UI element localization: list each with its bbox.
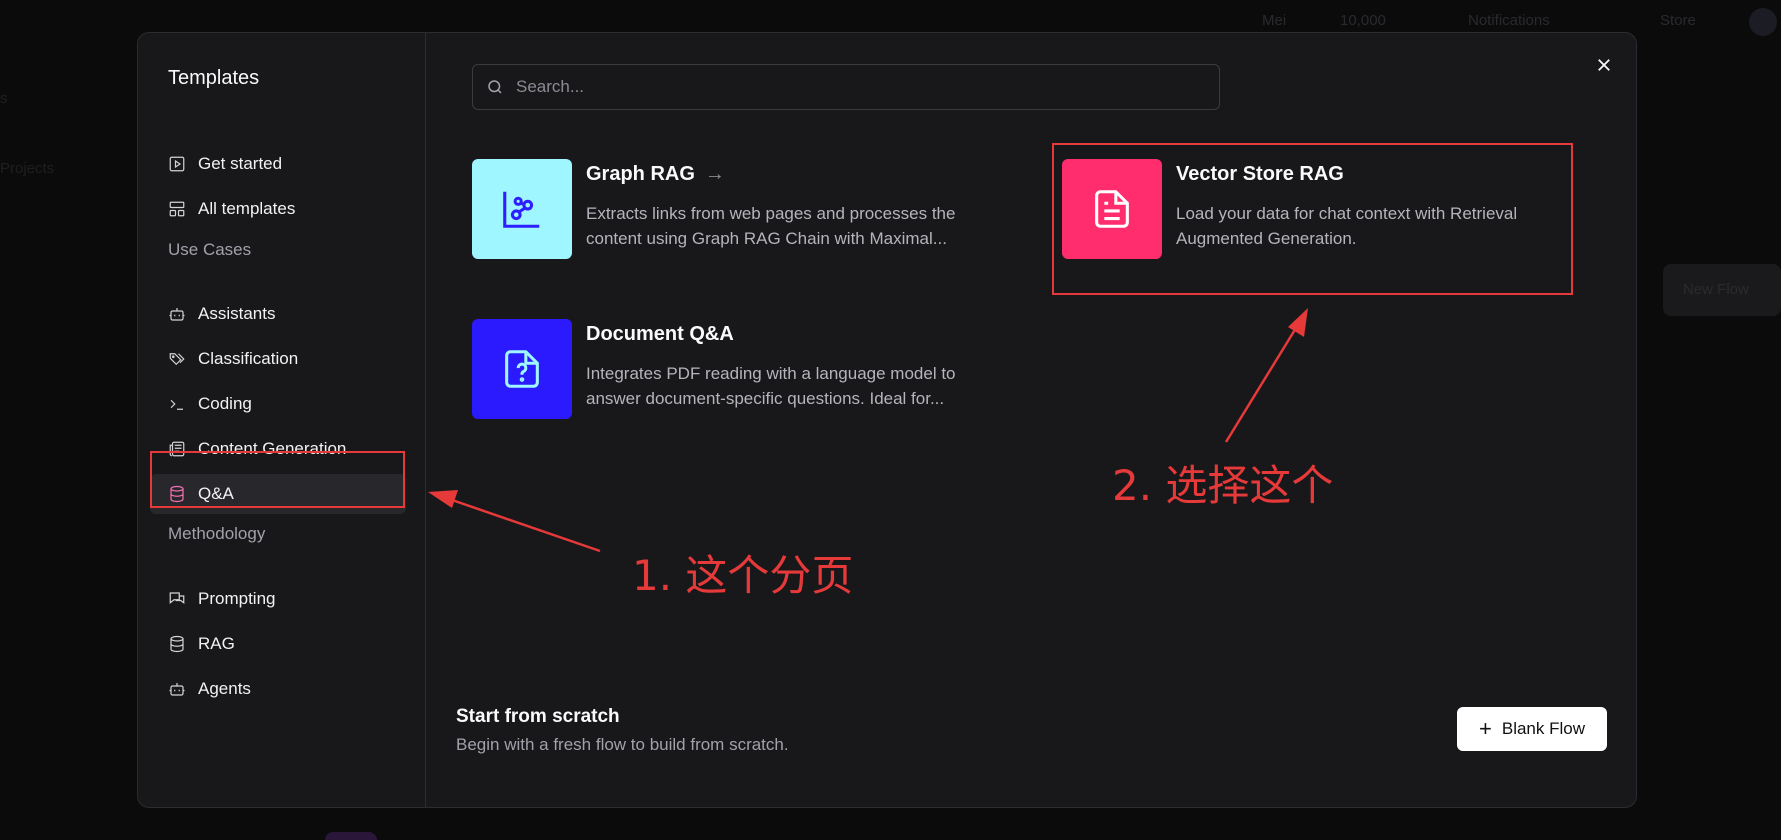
start-from-scratch-title: Start from scratch — [456, 706, 620, 727]
section-use-cases: Use Cases — [168, 240, 252, 259]
template-card-document-qa[interactable]: Document Q&A Integrates PDF reading with… — [472, 319, 1012, 429]
template-thumbnail — [472, 319, 572, 419]
close-icon — [1595, 56, 1613, 74]
template-description: Integrates PDF reading with a language m… — [586, 364, 956, 408]
blank-flow-button[interactable]: + Blank Flow — [1457, 707, 1607, 751]
sidebar-item-label: Assistants — [198, 304, 276, 323]
bg-store: Store — [1660, 12, 1696, 29]
layout-panel-icon — [168, 200, 186, 218]
annotation-step-2: 2. 选择这个 — [1112, 461, 1334, 510]
chart-scatter-icon — [499, 186, 545, 232]
section-methodology: Methodology — [168, 524, 266, 543]
start-from-scratch-subtitle: Begin with a fresh flow to build from sc… — [456, 735, 789, 754]
sidebar-item-all-templates[interactable]: All templates — [150, 189, 406, 229]
sidebar-item-label: Classification — [198, 349, 299, 368]
bg-notifications: Notifications — [1468, 12, 1550, 29]
template-title: Graph RAG → — [586, 163, 725, 186]
sidebar-item-agents[interactable]: Agents — [150, 669, 406, 709]
tags-icon — [168, 350, 186, 368]
play-square-icon — [168, 155, 186, 173]
bg-decoration — [325, 832, 377, 840]
sidebar-item-label: Get started — [198, 154, 283, 173]
sidebar-item-assistants[interactable]: Assistants — [150, 294, 406, 334]
bg-sidebar-text: s — [0, 90, 8, 107]
sidebar-item-label: Agents — [198, 679, 251, 698]
template-title: Document Q&A — [586, 323, 734, 346]
terminal-icon — [168, 395, 186, 413]
sidebar-item-prompting[interactable]: Prompting — [150, 579, 406, 619]
template-thumbnail — [472, 159, 572, 259]
sidebar-title: Templates — [168, 67, 260, 89]
templates-sidebar: Templates Get started All templates Use … — [138, 33, 426, 807]
search-input[interactable] — [514, 76, 1198, 98]
plus-icon: + — [1479, 716, 1492, 741]
sidebar-item-label: RAG — [198, 634, 235, 653]
template-title-text: Graph RAG — [586, 163, 695, 185]
database-icon — [168, 635, 186, 653]
template-card-graph-rag[interactable]: Graph RAG → Extracts links from web page… — [472, 159, 1012, 269]
sidebar-item-classification[interactable]: Classification — [150, 339, 406, 379]
sidebar-item-label: Coding — [198, 394, 252, 413]
search-box[interactable] — [472, 64, 1220, 110]
blank-flow-label: Blank Flow — [1501, 719, 1585, 738]
arrow-right-icon: → — [704, 163, 725, 185]
close-button[interactable] — [1590, 51, 1618, 79]
avatar — [1749, 8, 1777, 36]
sidebar-item-rag[interactable]: RAG — [150, 624, 406, 664]
bot-icon — [168, 305, 186, 323]
bg-new-flow-button: New Flow — [1663, 264, 1781, 316]
annotation-step-1: 1. 这个分页 — [632, 551, 854, 600]
bg-sidebar-projects: Projects — [0, 160, 55, 177]
template-description: Extracts links from web pages and proces… — [586, 204, 956, 248]
sidebar-item-label: Prompting — [198, 589, 276, 608]
annotation-box-qa — [150, 451, 405, 508]
bg-user-label: Mei — [1262, 12, 1287, 29]
file-question-icon — [499, 346, 545, 392]
template-title-text: Document Q&A — [586, 323, 734, 345]
sidebar-item-label: All templates — [198, 199, 296, 218]
bot-icon — [168, 680, 186, 698]
sidebar-item-coding[interactable]: Coding — [150, 384, 406, 424]
messages-icon — [168, 590, 186, 608]
bg-credits: 10,000 — [1340, 12, 1386, 29]
sidebar-item-get-started[interactable]: Get started — [150, 144, 406, 184]
search-icon — [486, 78, 504, 96]
annotation-box-vector-store — [1052, 143, 1573, 295]
